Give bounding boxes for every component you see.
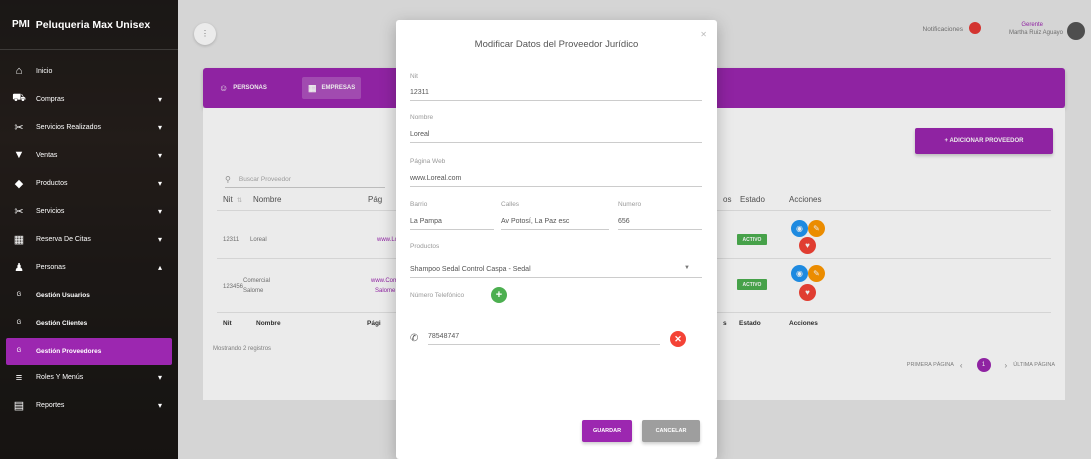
chevron-down-icon[interactable]: ▼ [684,265,690,271]
brand[interactable]: PMI Peluqueria Max Unisex [0,0,178,50]
chevron-up-icon: ▴ [157,262,162,272]
nit-label: Nit [410,73,418,80]
brand-abbr: PMI [12,19,30,30]
cancel-button[interactable]: CANCELAR [642,420,700,442]
list-icon: ≡ [15,371,23,384]
close-icon[interactable]: ✕ [700,30,707,39]
modal-title: Modificar Datos del Proveedor Jurídico [474,39,639,50]
chevron-down-icon: ▾ [157,373,162,383]
sidebar-item-servicios-realizados[interactable]: ✂ Servicios Realizados ▾ [0,114,178,141]
nombre-label: Nombre [410,114,434,121]
chevron-down-icon: ▾ [157,150,162,160]
pagina-label: Página Web [410,158,446,165]
barrio-label: Barrio [410,201,428,208]
sidebar-item-gestion-proveedores[interactable]: G Gestión Proveedores [6,338,172,365]
sidebar-item-personas[interactable]: ♟ Personas ▴ [0,254,178,281]
sidebar-item-label: Gestión Clientes [36,319,88,327]
calendar-icon: ▦ [13,233,25,246]
person-icon: ♟ [14,261,24,274]
add-phone-button[interactable]: + [491,287,507,303]
phone-icon: ✆ [410,333,419,344]
remove-phone-button[interactable]: ✕ [670,331,686,347]
chevron-down-icon: ▾ [157,206,162,216]
sidebar-item-label: Reserva De Citas [36,235,91,243]
save-button[interactable]: GUARDAR [582,420,632,442]
services-icon: ✂ [14,121,24,134]
brand-name: Peluqueria Max Unisex [35,18,151,31]
sidebar-item-label: Gestión Proveedores [36,347,102,355]
sales-icon: ▼ [13,149,25,162]
calles-field[interactable]: Av Potosí, La Paz esc [501,218,609,230]
sidebar-item-label: Personas [36,263,66,271]
sidebar-item-label: Servicios [36,207,65,215]
g-icon: G [16,320,22,327]
pagina-field[interactable]: www.Loreal.com [410,175,702,187]
sidebar-menu: ⌂ Inicio ⛟ Compras ▾ ✂ Servicios Realiza… [0,58,178,421]
sidebar-item-label: Inicio [36,67,53,75]
sidebar-item-label: Compras [36,95,65,103]
sidebar-item-label: Roles Y Menús [36,374,84,382]
cart-icon: ⛟ [12,92,26,105]
sidebar: PMI Peluqueria Max Unisex ⌂ Inicio ⛟ Com… [0,0,178,459]
sidebar-item-inicio[interactable]: ⌂ Inicio [0,58,178,85]
products-icon: ◆ [14,177,24,190]
sidebar-item-gestion-usuarios[interactable]: G Gestión Usuarios [0,282,178,309]
calles-label: Calles [501,201,520,208]
chevron-down-icon: ▾ [157,122,162,132]
scissors-icon: ✂ [14,205,24,218]
phone-field[interactable]: 78548747 [428,333,660,345]
sidebar-item-productos[interactable]: ◆ Productos ▾ [0,170,178,197]
sidebar-item-reportes[interactable]: ▤ Reportes ▾ [0,393,178,420]
productos-select[interactable]: Shampoo Sedal Control Caspa - Sedal [410,266,702,278]
sidebar-item-ventas[interactable]: ▼ Ventas ▾ [0,142,178,169]
chevron-down-icon: ▾ [157,234,162,244]
sidebar-item-roles-menus[interactable]: ≡ Roles Y Menús ▾ [0,365,178,392]
barrio-field[interactable]: La Pampa [410,218,494,230]
sidebar-item-gestion-clientes[interactable]: G Gestión Clientes [0,310,178,337]
productos-label: Productos [410,243,440,250]
sidebar-item-label: Productos [36,179,68,187]
sidebar-item-compras[interactable]: ⛟ Compras ▾ [0,86,178,113]
g-icon: G [16,348,22,355]
sidebar-item-label: Reportes [36,402,65,410]
sidebar-item-servicios[interactable]: ✂ Servicios ▾ [0,198,178,225]
nit-field[interactable]: 12311 [410,89,702,101]
telefono-label: Número Telefónico [410,292,465,299]
home-icon: ⌂ [15,65,23,78]
sidebar-item-label: Ventas [36,151,58,159]
sidebar-item-label: Servicios Realizados [36,123,101,131]
numero-field[interactable]: 656 [618,218,702,230]
g-icon: G [16,292,22,299]
sidebar-item-reserva-citas[interactable]: ▦ Reserva De Citas ▾ [0,226,178,253]
report-icon: ▤ [13,400,25,413]
numero-label: Numero [618,201,642,208]
edit-provider-modal: Modificar Datos del Proveedor Jurídico ✕… [396,20,717,459]
sidebar-item-label: Gestión Usuarios [36,291,90,299]
nombre-field[interactable]: Loreal [410,131,702,143]
chevron-down-icon: ▾ [157,178,162,188]
chevron-down-icon: ▾ [157,94,162,104]
chevron-down-icon: ▾ [157,401,162,411]
